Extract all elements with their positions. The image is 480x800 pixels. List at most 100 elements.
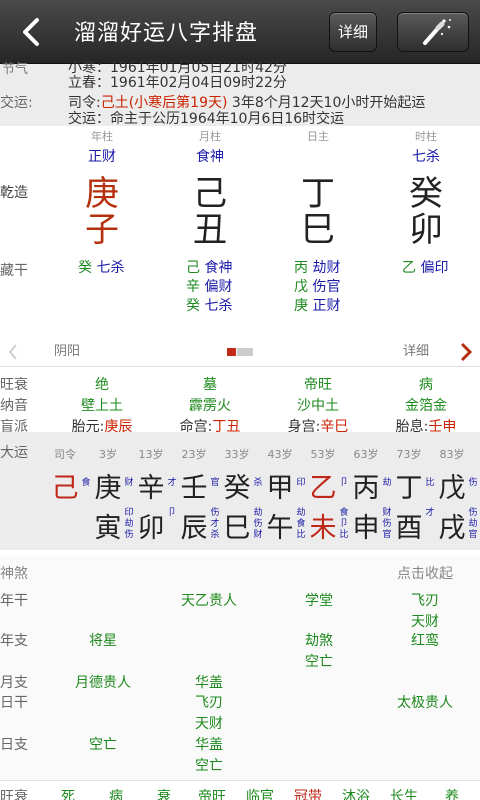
bottom-row-value: 养: [445, 789, 459, 800]
jiaoyun-text: 交运：命主于公历1964年10月6日16时交运: [68, 111, 345, 127]
shensha-item: 飞刃: [195, 695, 223, 711]
pager-next[interactable]: [458, 340, 474, 364]
dayun-branch[interactable]: 申: [349, 506, 383, 545]
dayun-branch[interactable]: 巳: [220, 506, 254, 545]
hidden-stems-year: 癸 七杀: [78, 259, 178, 278]
shensha-item: 空亡: [305, 654, 333, 670]
ten-god: 七杀: [412, 149, 440, 165]
bottom-row-value: 冠带: [294, 789, 322, 800]
wangshuai-value: 绝: [95, 377, 109, 393]
chevron-left-icon: [23, 18, 39, 46]
shensha-row-label: 月支: [0, 675, 28, 691]
dayun-branch[interactable]: 辰: [177, 506, 211, 545]
dayun-age: 33岁: [224, 448, 250, 461]
shensha-label: 神煞: [0, 566, 28, 582]
bottom-row-value: 长生: [390, 789, 418, 800]
jieqi-label: 节气: [2, 62, 29, 77]
dayun-age: 23岁: [181, 448, 207, 461]
shensha-item: 天财: [195, 716, 223, 732]
earthly-branch: 子: [85, 210, 119, 250]
nayin-value: 金箔金: [405, 398, 447, 414]
dayun-age: 73岁: [396, 448, 422, 461]
shensha-item: 华盖: [195, 675, 223, 691]
dayun-branch[interactable]: 卯: [134, 506, 168, 545]
dayun-stem[interactable]: 辛: [134, 466, 168, 505]
dayun-stem[interactable]: 癸: [220, 466, 254, 505]
shensha-row-label: 年干: [0, 593, 28, 609]
bottom-row-value: 帝旺: [198, 789, 226, 800]
page-title: 溜溜好运八字排盘: [74, 21, 259, 46]
shensha-item: 太极贵人: [397, 695, 453, 711]
dayun-age: 53岁: [310, 448, 336, 461]
ten-god: 食神: [196, 149, 224, 165]
pillar-head: 日主: [307, 130, 329, 143]
detail-button[interactable]: 详细: [329, 12, 377, 52]
pillar-head: 时柱: [415, 130, 437, 143]
shensha-row-label: 日支: [0, 737, 28, 753]
hidden-stem-item: 癸 七杀: [78, 260, 125, 276]
wangshuai-label: 旺衰: [0, 377, 28, 393]
dayun-stem[interactable]: 己: [48, 466, 82, 505]
nayin-value: 沙中土: [297, 398, 339, 414]
pager-right-label[interactable]: 详细: [403, 340, 429, 359]
dayun-age: 13岁: [138, 448, 164, 461]
canggan-label: 藏干: [0, 263, 28, 279]
dayun-age: 司令: [54, 448, 76, 461]
shensha-item: 飞刃: [411, 593, 439, 609]
pillar-head: 月柱: [199, 130, 221, 143]
hidden-stem-item: 丙 劫财: [294, 260, 341, 276]
dayun-stem-god: 伤: [468, 478, 478, 488]
qianzao-label: 乾造: [0, 185, 28, 201]
bottom-row-value: 临官: [246, 789, 274, 800]
back-button[interactable]: [14, 14, 50, 50]
shensha-item: 红鸾: [411, 633, 439, 649]
hidden-stem-item: 庚 正财: [294, 298, 341, 314]
pager-prev[interactable]: [6, 342, 20, 362]
dayun-branch[interactable]: 戌: [435, 506, 469, 545]
earthly-branch: 丑: [193, 210, 227, 250]
shensha-item: 将星: [89, 633, 117, 649]
dayun-branch-god: 伤劫官: [468, 508, 478, 540]
bottom-row-value: 病: [109, 789, 123, 800]
dayun-stem[interactable]: 丁: [392, 466, 426, 505]
hidden-stem-item: 癸 七杀: [186, 298, 233, 314]
dayun-age: 3岁: [99, 448, 117, 461]
shensha-item: 空亡: [89, 737, 117, 753]
shensha-toggle[interactable]: 点击收起: [397, 563, 453, 583]
divider: [0, 366, 480, 367]
bottom-row-value: 死: [61, 789, 75, 800]
magic-button[interactable]: [397, 12, 469, 52]
nayin-value: 壁上土: [81, 398, 123, 414]
shensha-item: 天乙贵人: [181, 593, 237, 609]
bottom-row-label: 旺衰: [0, 789, 28, 800]
dayun-stem[interactable]: 丙: [349, 466, 383, 505]
dayun-branch[interactable]: 午: [263, 506, 297, 545]
dayun-label: 大运: [0, 445, 28, 461]
shensha-item: 月德贵人: [75, 675, 131, 691]
pillar-head: 年柱: [91, 130, 113, 143]
earthly-branch: 卯: [409, 210, 443, 250]
chevron-right-icon: [460, 342, 473, 362]
shensha-item: 劫煞: [305, 633, 333, 649]
dayun-stem[interactable]: 甲: [263, 466, 297, 505]
pager-left-label[interactable]: 阴阳: [54, 340, 80, 359]
wangshuai-value: 墓: [203, 377, 217, 393]
dayun-age: 83岁: [439, 448, 465, 461]
hidden-stem-item: 辛 偏财: [186, 279, 233, 295]
dayun-branch[interactable]: 寅: [91, 506, 125, 545]
hidden-stem-item: 戊 伤官: [294, 279, 341, 295]
nayin-label: 纳音: [0, 398, 28, 414]
bottom-row-value: 沐浴: [342, 789, 370, 800]
hidden-stems-hour: 乙 偏印: [402, 259, 480, 278]
dayun-stem[interactable]: 乙: [306, 466, 340, 505]
hidden-stems-month: 己 食神 辛 偏财 癸 七杀: [186, 259, 286, 316]
jiaoyun-label: 交运:: [0, 95, 33, 111]
hidden-stem-item: 己 食神: [186, 260, 233, 276]
dayun-stem[interactable]: 庚: [91, 466, 125, 505]
dayun-stem[interactable]: 戊: [435, 466, 469, 505]
dayun-branch[interactable]: 未: [306, 506, 340, 545]
dayun-stem[interactable]: 壬: [177, 466, 211, 505]
dayun-branch[interactable]: 酉: [392, 506, 426, 545]
shensha-item: 空亡: [195, 758, 223, 774]
hidden-stems-day: 丙 劫财 戊 伤官 庚 正财: [294, 259, 394, 316]
